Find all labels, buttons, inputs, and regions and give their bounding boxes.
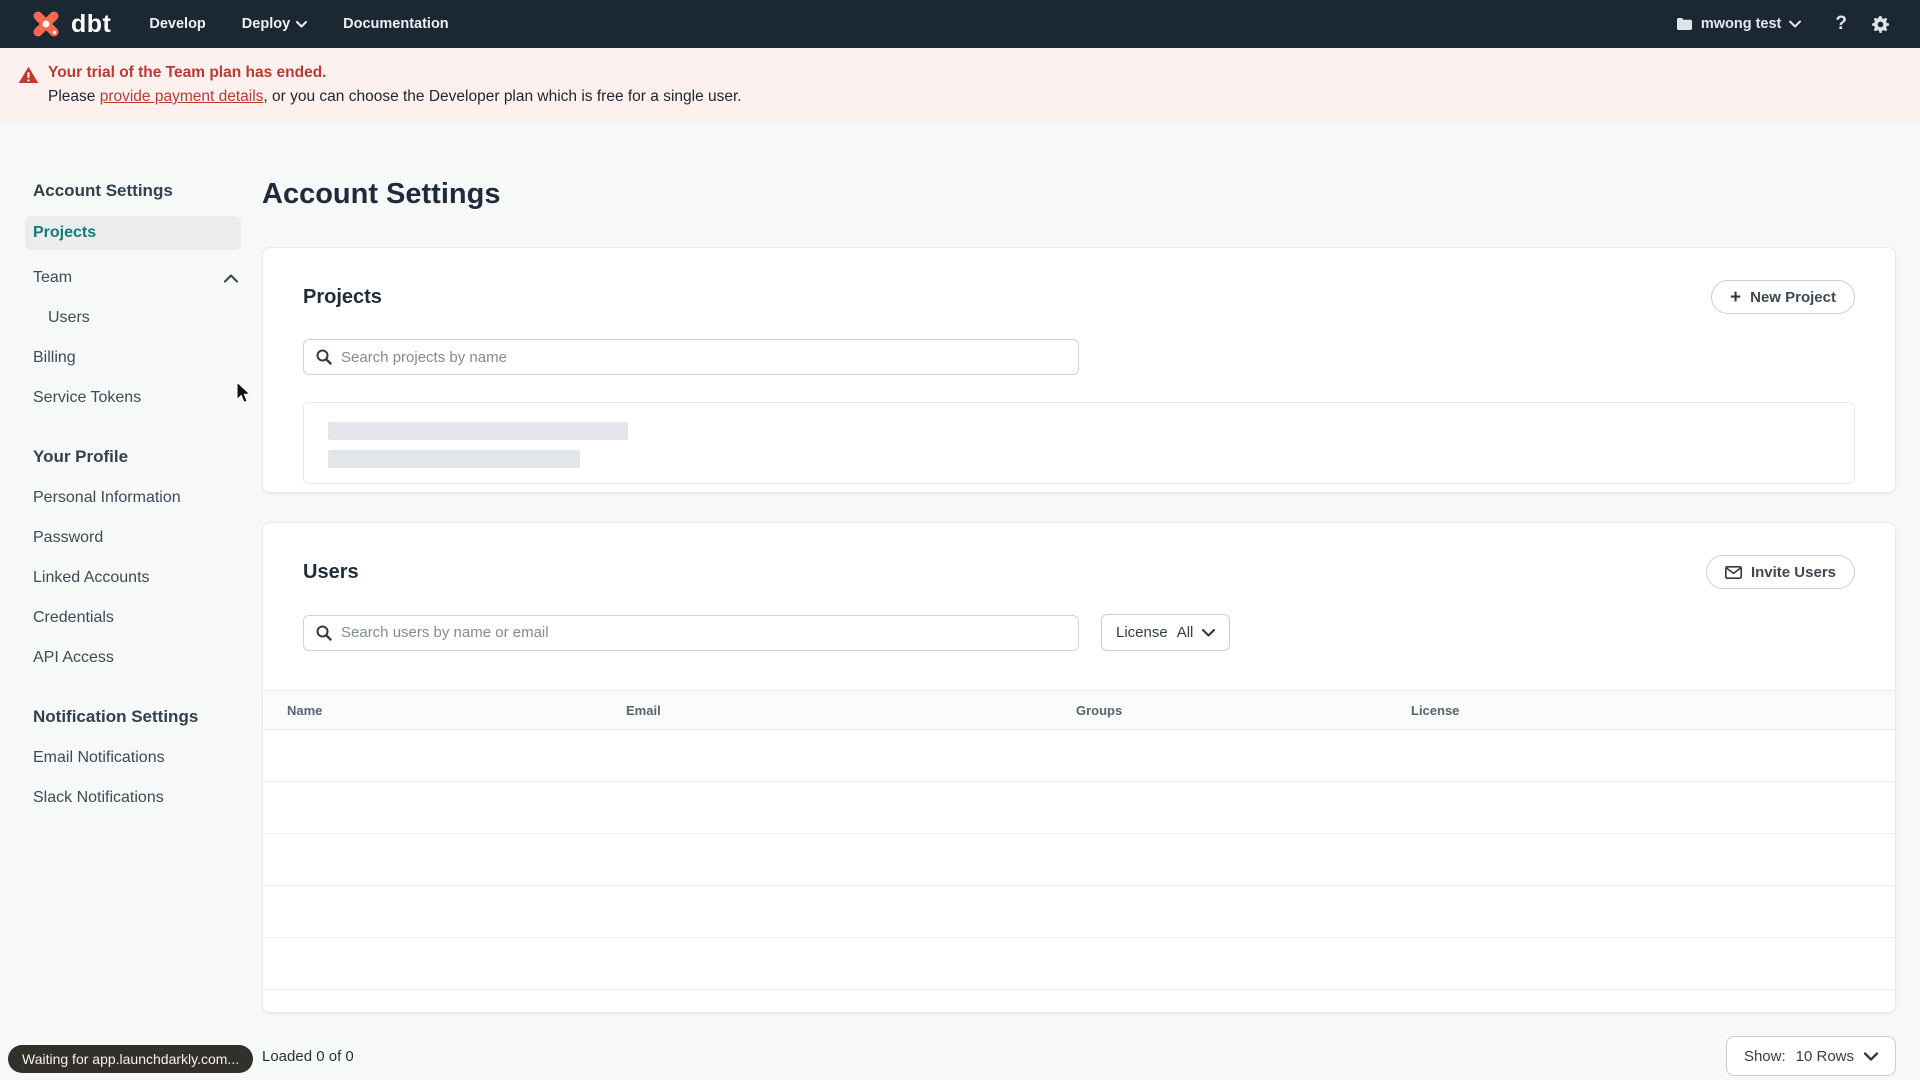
skeleton-bar (328, 422, 628, 440)
nav-item-develop[interactable]: Develop (149, 16, 205, 32)
sidebar-item-label: Billing (33, 349, 76, 366)
help-icon[interactable]: ? (1835, 13, 1847, 35)
banner-body: Please provide payment details, or you c… (48, 85, 742, 109)
nav-menu: Develop Deploy Documentation (149, 16, 448, 32)
projects-search-input[interactable] (341, 348, 1066, 366)
projects-heading: Projects (303, 285, 382, 308)
invite-users-button[interactable]: Invite Users (1705, 555, 1855, 589)
projects-loading-skeleton (303, 402, 1855, 484)
skeleton-bar (328, 450, 580, 468)
new-project-label: New Project (1750, 288, 1836, 306)
status-text: Waiting for app.launchdarkly.com... (22, 1051, 240, 1067)
users-list-footer: Loaded 0 of 0 Show: 10 Rows (262, 1036, 1896, 1076)
page-title: Account Settings (262, 178, 501, 210)
license-filter-label: License (1116, 624, 1168, 641)
sidebar-item-label: Password (33, 529, 104, 546)
warning-triangle-icon (18, 66, 39, 84)
sidebar-item-users[interactable]: Users (0, 306, 262, 330)
trial-ended-banner: Your trial of the Team plan has ended. P… (0, 48, 1920, 122)
sidebar-item-linked-accounts[interactable]: Linked Accounts (0, 566, 262, 590)
column-header-email: Email (626, 702, 661, 718)
table-row-skeleton (263, 730, 1895, 782)
sidebar-item-label: Projects (33, 224, 97, 241)
sidebar-item-slack-notifications[interactable]: Slack Notifications (0, 786, 262, 810)
sidebar-item-service-tokens[interactable]: Service Tokens (0, 386, 262, 410)
search-icon (316, 349, 332, 365)
users-search-input[interactable] (341, 624, 1066, 641)
banner-body-prefix: Please (48, 88, 100, 105)
license-filter-dropdown[interactable]: License All (1101, 614, 1231, 651)
banner-text: Your trial of the Team plan has ended. P… (48, 61, 742, 109)
users-table: Name Email Groups License (263, 690, 1895, 990)
nav-item-deploy[interactable]: Deploy (242, 16, 308, 32)
gear-icon[interactable] (1871, 15, 1890, 34)
sidebar-item-label: Team (33, 269, 73, 286)
search-icon (316, 625, 332, 641)
envelope-icon (1724, 565, 1742, 579)
dbt-logo-icon (30, 8, 62, 40)
sidebar-item-label: Email Notifications (33, 749, 165, 766)
sidebar-item-team[interactable]: Team (0, 266, 262, 290)
table-row-skeleton (263, 886, 1895, 938)
column-header-license: License (1411, 702, 1460, 718)
sidebar-item-email-notifications[interactable]: Email Notifications (0, 746, 262, 770)
nav-item-documentation[interactable]: Documentation (343, 16, 449, 32)
account-switcher[interactable]: mwong test (1676, 16, 1802, 32)
license-filter-value: All (1176, 624, 1194, 641)
table-row-skeleton (263, 834, 1895, 886)
sidebar-item-personal-information[interactable]: Personal Information (0, 486, 262, 510)
dbt-logo-text: dbt (71, 9, 112, 38)
loaded-count: Loaded 0 of 0 (262, 1047, 354, 1065)
projects-search (303, 339, 1079, 375)
rows-per-page-dropdown[interactable]: Show: 10 Rows (1725, 1036, 1896, 1076)
browser-status-tooltip: Waiting for app.launchdarkly.com... (8, 1045, 254, 1073)
sidebar-item-label: Credentials (33, 609, 114, 626)
nav-right: mwong test ? (1676, 13, 1890, 35)
sidebar-item-label: Linked Accounts (33, 569, 150, 586)
sidebar-heading-your-profile: Your Profile (33, 447, 129, 466)
top-nav: dbt Develop Deploy Documentation mwong t… (0, 0, 1920, 48)
show-label: Show: (1743, 1047, 1786, 1065)
invite-users-label: Invite Users (1750, 563, 1836, 581)
chevron-down-icon (1789, 20, 1802, 28)
users-search (303, 614, 1079, 651)
sidebar-item-billing[interactable]: Billing (0, 346, 262, 370)
sidebar-item-password[interactable]: Password (0, 526, 262, 550)
users-heading: Users (303, 560, 359, 583)
sidebar-item-label: Users (48, 309, 90, 326)
sidebar-heading-notification-settings: Notification Settings (33, 707, 199, 726)
account-name: mwong test (1700, 16, 1782, 32)
new-project-button[interactable]: + New Project (1711, 280, 1855, 314)
banner-title: Your trial of the Team plan has ended. (48, 64, 327, 81)
settings-sidebar: Account Settings Projects Team Users Bil… (0, 122, 262, 810)
table-row-skeleton (263, 938, 1895, 990)
plus-icon: + (1730, 286, 1742, 308)
sidebar-item-label: Slack Notifications (33, 789, 164, 806)
show-value: 10 Rows (1795, 1047, 1854, 1065)
column-header-groups: Groups (1076, 702, 1123, 718)
sidebar-item-credentials[interactable]: Credentials (0, 606, 262, 630)
dbt-logo[interactable]: dbt (30, 8, 111, 40)
main-content: Account Settings Projects + New Project (262, 122, 1920, 1076)
sidebar-item-label: API Access (33, 649, 114, 666)
sidebar-item-projects[interactable]: Projects (25, 216, 241, 250)
provide-payment-details-link[interactable]: provide payment details (100, 88, 264, 105)
sidebar-item-api-access[interactable]: API Access (0, 646, 262, 670)
sidebar-item-label: Service Tokens (33, 389, 142, 406)
table-row-skeleton (263, 782, 1895, 834)
folder-icon (1676, 17, 1693, 31)
chevron-up-icon (224, 273, 238, 283)
users-card: Users Invite Users License Al (262, 522, 1896, 1013)
chevron-down-icon (1202, 628, 1216, 637)
chevron-down-icon (296, 20, 308, 28)
sidebar-heading-account-settings: Account Settings (33, 181, 173, 200)
sidebar-item-label: Personal Information (33, 489, 181, 506)
banner-body-suffix: , or you can choose the Developer plan w… (263, 88, 742, 105)
users-table-header: Name Email Groups License (263, 690, 1895, 730)
column-header-name: Name (287, 702, 323, 718)
chevron-down-icon (1864, 1051, 1878, 1061)
projects-card: Projects + New Project (262, 247, 1896, 493)
